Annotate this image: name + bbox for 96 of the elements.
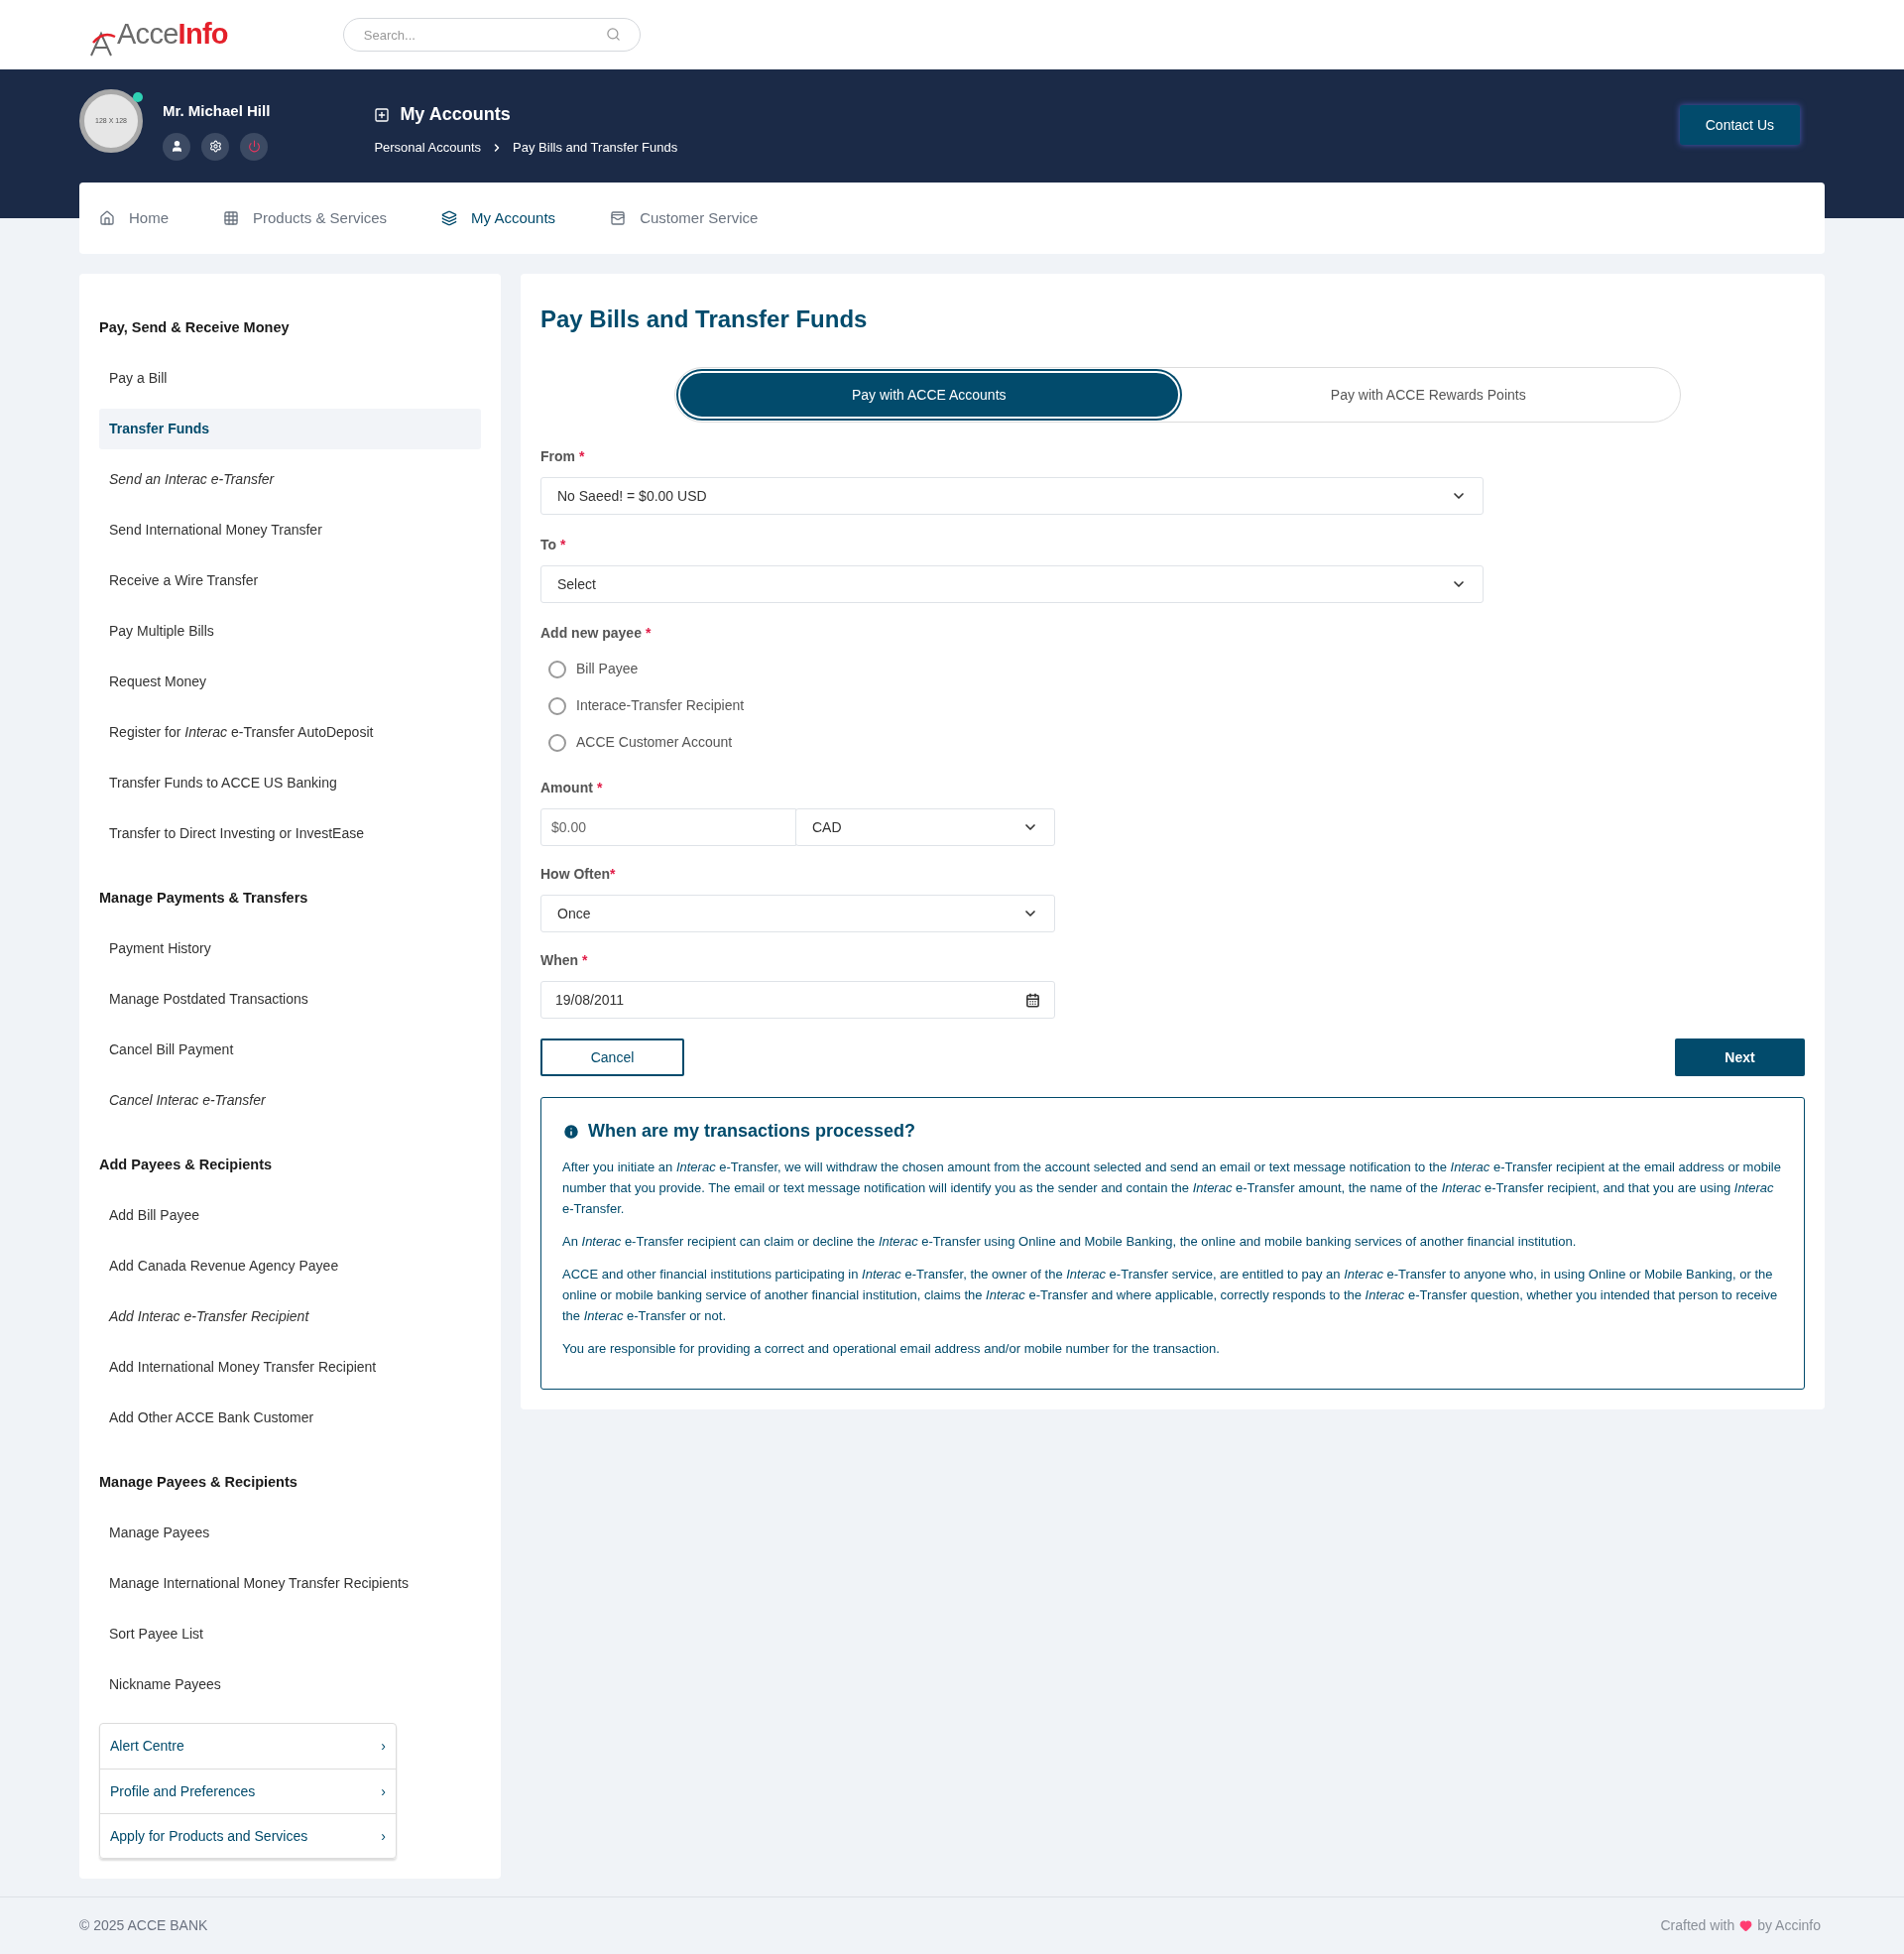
sidebar-link[interactable]: Apply for Products and Services › xyxy=(100,1813,396,1858)
breadcrumb-link[interactable]: Pay Bills and Transfer Funds xyxy=(513,138,678,158)
copyright-text: © 2025 ACCE BANK xyxy=(79,1916,208,1935)
chevron-right-icon: › xyxy=(381,1780,386,1802)
nav-tab[interactable]: Customer Service xyxy=(610,206,759,230)
radio-button[interactable] xyxy=(548,733,566,752)
home-icon xyxy=(99,210,115,226)
sidebar-item[interactable]: Nickname Payees xyxy=(99,1664,481,1705)
sidebar-item[interactable]: Add Interac e-Transfer Recipient xyxy=(99,1296,481,1337)
chevron-right-icon: › xyxy=(381,1825,386,1847)
sidebar-item[interactable]: Receive a Wire Transfer xyxy=(99,560,481,601)
radio-button[interactable] xyxy=(548,696,566,715)
sidebar-item[interactable]: Transfer Funds xyxy=(99,409,481,449)
nav-tab[interactable]: Products & Services xyxy=(223,206,388,230)
sidebar-item[interactable]: Transfer to Direct Investing or InvestEase xyxy=(99,813,481,854)
user-name: Mr. Michael Hill xyxy=(163,101,271,121)
info-paragraph: An Interac e-Transfer recipient can claim or decline the Interac e-Transfer using Online and Mobile Banking, the online and mobile banking services of another financial institution. xyxy=(562,1233,1578,1251)
sidebar-item[interactable]: Pay Multiple Bills xyxy=(99,611,481,652)
sidebar-item[interactable]: Request Money xyxy=(99,662,481,702)
breadcrumb-link[interactable]: Personal Accounts xyxy=(374,138,482,158)
field-label: Add new payee * xyxy=(540,624,653,643)
next-button[interactable]: Next xyxy=(1675,1038,1805,1076)
sidebar-section-title: Add Payees & Recipients xyxy=(99,1155,274,1174)
page-title: Pay Bills and Transfer Funds xyxy=(540,305,869,334)
nav-tab[interactable]: Home xyxy=(99,206,169,230)
sidebar-link[interactable]: Alert Centre › xyxy=(100,1724,396,1769)
sidebar-item[interactable]: Manage Payees xyxy=(99,1513,481,1553)
cancel-button[interactable]: Cancel xyxy=(540,1038,684,1076)
info-title: When are my transactions processed? xyxy=(588,1120,916,1143)
profile-button[interactable] xyxy=(163,132,190,161)
sidebar-item[interactable]: Payment History xyxy=(99,928,481,969)
accounts-icon xyxy=(374,106,391,123)
heart-icon xyxy=(1739,1919,1753,1932)
sidebar-link[interactable]: Profile and Preferences › xyxy=(100,1769,396,1813)
sidebar-item[interactable]: Cancel Bill Payment xyxy=(99,1030,481,1070)
required-mark: * xyxy=(579,448,585,464)
credit-text: by Accinfo xyxy=(1757,1916,1821,1935)
search-icon xyxy=(605,27,621,42)
settings-button[interactable] xyxy=(201,132,229,161)
sidebar-item[interactable]: Sort Payee List xyxy=(99,1614,481,1654)
from-select[interactable]: No Saeed! = $0.00 USD xyxy=(540,477,1484,515)
user-icon xyxy=(170,140,183,153)
info-paragraph: After you initiate an Interac e-Transfer, we will withdraw the chosen amount from the account selected and send an email or text message notification to the Interac e-Transfer recipient at the email address or mobile number that you provide. The email or text message notification will identify you as the sender and contain the Interac e-Transfer amount, the name of the Interac e-Transfer recipient, and that you are using Interac e-Transfer. xyxy=(562,1159,1782,1218)
date-field[interactable]: 19/08/2011 xyxy=(540,981,1055,1019)
power-icon xyxy=(247,140,261,153)
sidebar-item[interactable]: Pay a Bill xyxy=(99,358,481,399)
field-label: Amount * xyxy=(540,779,604,797)
chevron-right-icon: › xyxy=(381,1736,386,1757)
page-heading: My Accounts xyxy=(400,103,511,126)
required-mark: * xyxy=(560,537,566,552)
sidebar-item[interactable]: Add Canada Revenue Agency Payee xyxy=(99,1246,481,1286)
amount-input[interactable]: $0.00 xyxy=(540,808,796,846)
radio-label: ACCE Customer Account xyxy=(576,733,733,752)
currency-select[interactable]: CAD xyxy=(795,808,1055,846)
contact-us-button[interactable]: Contact Us xyxy=(1679,105,1800,145)
radio-label: Interace-Transfer Recipient xyxy=(576,696,745,715)
required-mark: * xyxy=(645,625,652,641)
sidebar-item[interactable]: Transfer Funds to ACCE US Banking xyxy=(99,763,481,803)
field-label: When * xyxy=(540,951,589,970)
sidebar-item[interactable]: Add Bill Payee xyxy=(99,1195,481,1236)
field-label: From * xyxy=(540,447,586,466)
info-paragraph: ACCE and other financial institutions participating in Interac e-Transfer, the owner of the Interac e-Transfer service, are entitled to pay an Interac e-Transfer to anyone who, in using Online or Mobile Banking, or the online or mobile banking service of another financial institution, claims the Interac e-Transfer and where applicable, correctly responds to the Interac e-Transfer question, whether you intended that person to receive the Interac e-Transfer or not. xyxy=(562,1266,1779,1325)
sidebar-item[interactable]: Cancel Interac e-Transfer xyxy=(99,1080,481,1121)
sidebar-item[interactable]: Manage Postdated Transactions xyxy=(99,979,481,1020)
required-mark: * xyxy=(596,780,603,795)
payment-tab[interactable]: Pay with ACCE Rewards Points xyxy=(1179,371,1677,419)
sidebar-section-title: Manage Payees & Recipients xyxy=(99,1472,298,1492)
frequency-select[interactable]: Once xyxy=(540,895,1055,932)
nav-tab[interactable]: My Accounts xyxy=(441,206,556,230)
logo[interactable]: AcceInfo xyxy=(89,13,228,57)
field-label: To * xyxy=(540,536,567,554)
required-mark: * xyxy=(610,866,616,882)
sidebar-item[interactable]: Manage International Money Transfer Recipients xyxy=(99,1563,481,1604)
layers-icon xyxy=(441,210,458,226)
radio-label: Bill Payee xyxy=(576,660,639,678)
sidebar-item[interactable]: Send an Interac e-Transfer xyxy=(99,459,481,500)
to-select[interactable]: Select xyxy=(540,565,1484,603)
grid-icon xyxy=(223,210,239,226)
radio-button[interactable] xyxy=(548,660,566,678)
calendar-icon xyxy=(1025,992,1040,1008)
sidebar-item[interactable]: Send International Money Transfer xyxy=(99,510,481,550)
search-field[interactable]: Search... xyxy=(342,18,641,52)
sidebar-item[interactable]: Add International Money Transfer Recipient xyxy=(99,1347,481,1388)
sidebar-section-title: Manage Payments & Transfers xyxy=(99,888,309,908)
settings-icon xyxy=(208,140,222,153)
credit-text: Crafted with xyxy=(1660,1916,1735,1935)
info-icon xyxy=(562,1122,580,1141)
sidebar-item[interactable]: Register for Interac e-Transfer AutoDeposit xyxy=(99,712,481,753)
info-paragraph: You are responsible for providing a correct and operational email address and/or mobile number for the transaction. xyxy=(562,1340,1221,1358)
payment-tab[interactable]: Pay with ACCE Accounts xyxy=(678,371,1180,419)
sidebar-item[interactable]: Add Other ACCE Bank Customer xyxy=(99,1398,481,1438)
field-label: How Often* xyxy=(540,865,617,884)
logo-mark-icon xyxy=(89,30,117,57)
required-mark: * xyxy=(582,952,588,968)
sidebar-section-title: Pay, Send & Receive Money xyxy=(99,317,291,337)
power-button[interactable] xyxy=(240,132,268,161)
